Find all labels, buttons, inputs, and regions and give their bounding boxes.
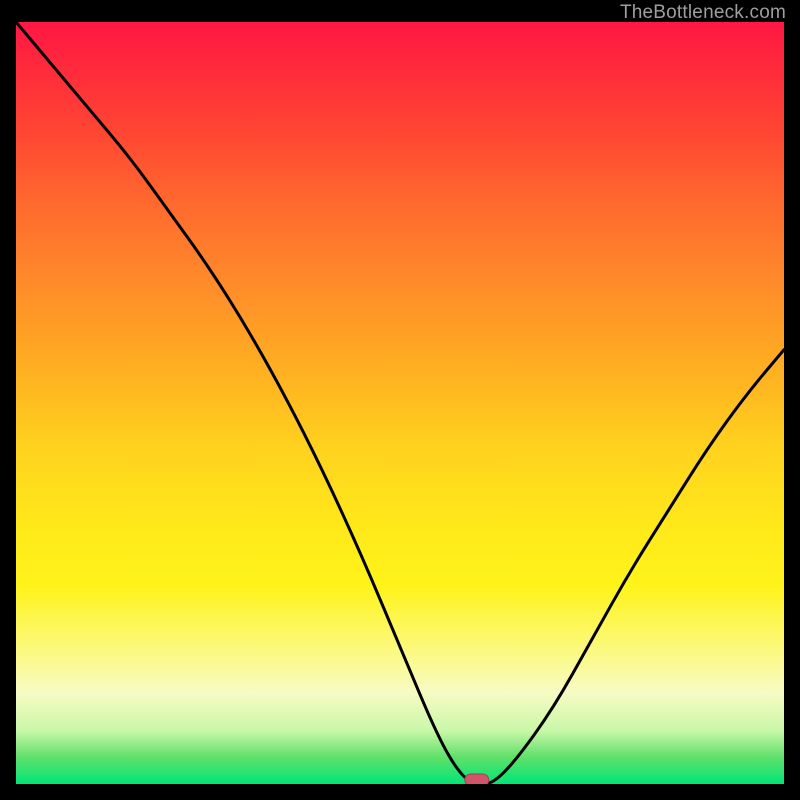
plot-area bbox=[16, 22, 784, 784]
current-position-marker bbox=[465, 774, 489, 784]
chart-svg bbox=[16, 22, 784, 784]
chart-frame: TheBottleneck.com bbox=[0, 0, 800, 800]
bottleneck-curve bbox=[16, 22, 784, 784]
watermark-text: TheBottleneck.com bbox=[620, 2, 786, 24]
